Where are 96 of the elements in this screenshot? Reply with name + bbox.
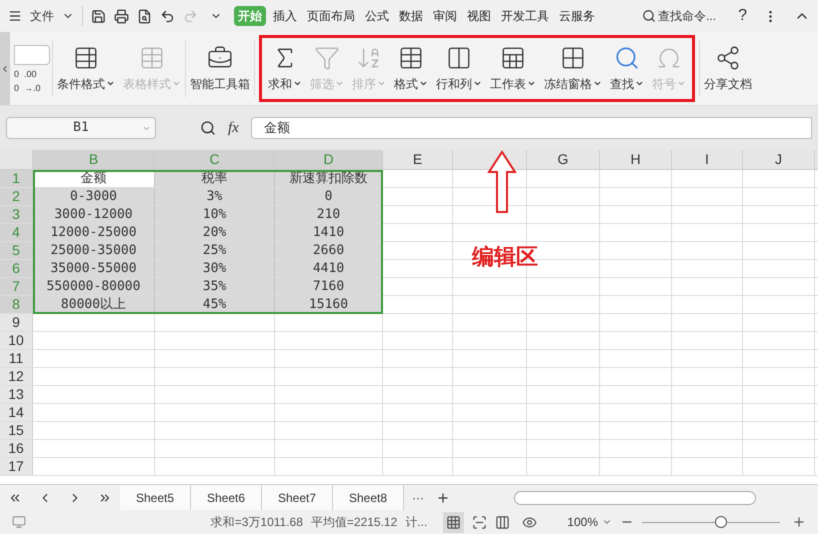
menu-icon[interactable] — [8, 9, 22, 23]
table-cell: 3% — [155, 188, 275, 205]
horizontal-scrollbar[interactable] — [514, 490, 756, 504]
zoom-in-icon[interactable] — [792, 515, 806, 529]
column-header[interactable]: G — [527, 150, 600, 169]
table-cell: 25000-35000 — [33, 242, 155, 259]
sum-text: 求和=3万1011.68 — [210, 514, 303, 531]
row-header[interactable]: 17 — [0, 458, 33, 475]
ribbon-button[interactable]: 查找 — [606, 38, 648, 99]
format-icon — [398, 44, 424, 70]
ribbon-tab[interactable]: 开发工具 — [498, 7, 552, 25]
sheet-tab[interactable]: Sheet6 — [191, 485, 262, 510]
ribbon-button[interactable]: 智能工具箱 — [186, 32, 254, 105]
rows-columns-icon — [446, 44, 472, 70]
ribbon-button[interactable]: 工作表 — [486, 38, 540, 99]
conditional-format-icon — [73, 44, 99, 70]
row-header[interactable]: 14 — [0, 404, 33, 421]
table-cell: 25% — [155, 242, 275, 259]
table-cell: 210 — [275, 206, 383, 223]
worksheet-icon — [500, 44, 526, 70]
table-cell: 30% — [155, 260, 275, 277]
table-cell: 20% — [155, 224, 275, 241]
sheet-tab[interactable]: Sheet7 — [262, 485, 333, 510]
count-text: 计... — [405, 514, 428, 531]
average-text: 平均值=2215.12 — [310, 514, 398, 531]
column-header[interactable]: J — [743, 150, 815, 169]
table-cell: 4410 — [275, 260, 383, 277]
column-header[interactable]: E — [383, 150, 453, 169]
normal-view-icon[interactable] — [446, 514, 462, 530]
table-cell: 7160 — [275, 278, 383, 295]
zoom-level[interactable]: 100% — [567, 513, 598, 531]
table-cell: 45% — [155, 296, 275, 313]
ribbon-tab[interactable]: 云服务 — [556, 7, 598, 25]
ribbon-button[interactable]: 条件格式 — [53, 32, 119, 105]
table-cell: 550000-80000 — [33, 278, 155, 295]
more-sheets-button[interactable]: ··· — [404, 488, 432, 506]
file-menu[interactable]: 文件 — [26, 7, 58, 25]
ribbon-tab[interactable]: 公式 — [362, 7, 392, 25]
dropdown-field[interactable] — [14, 44, 50, 64]
ribbon-tab[interactable]: 视图 — [464, 7, 494, 25]
row-header[interactable]: 11 — [0, 350, 33, 367]
column-header[interactable]: H — [600, 150, 672, 169]
formula-field[interactable]: 金额 — [250, 117, 812, 139]
freeze-panes-icon — [560, 44, 586, 70]
row-header[interactable]: 16 — [0, 440, 33, 457]
table-cell: 0-3000 — [33, 188, 155, 205]
share-icon — [715, 44, 741, 70]
table-cell: 12000-25000 — [33, 224, 155, 241]
ribbon-tab[interactable]: 插入 — [270, 7, 300, 25]
ribbon-tab[interactable]: 数据 — [396, 7, 426, 25]
filter-icon — [314, 44, 340, 70]
undo-icon[interactable] — [160, 8, 175, 24]
sheet-tab[interactable]: Sheet8 — [333, 485, 404, 510]
ribbon-button[interactable]: 行和列 — [432, 38, 486, 99]
slider-thumb[interactable] — [714, 516, 727, 528]
table-cell: 10% — [155, 206, 275, 223]
row-header[interactable]: 9 — [0, 314, 33, 331]
column-header[interactable]: I — [672, 150, 743, 169]
ribbon-button[interactable]: 格式 — [390, 38, 432, 99]
save-icon[interactable] — [91, 8, 106, 24]
ribbon-button[interactable]: 求和 — [264, 38, 306, 99]
table-cell: 80000以上 — [33, 296, 155, 313]
name-box[interactable]: B1 — [6, 117, 156, 139]
eye-icon[interactable] — [522, 514, 538, 530]
annotation-label: 编辑区 — [472, 243, 538, 271]
print-preview-icon[interactable] — [137, 8, 152, 24]
table-cell: 35000-55000 — [33, 260, 155, 277]
search-icon — [614, 44, 640, 70]
table-cell: 0 — [275, 188, 383, 205]
search-icon[interactable] — [642, 9, 656, 23]
print-icon[interactable] — [114, 8, 129, 24]
table-cell: 35% — [155, 278, 275, 295]
ribbon-button[interactable]: 分享文档 — [700, 32, 756, 105]
help-button[interactable]: ? — [738, 4, 747, 28]
ribbon-tab[interactable]: 页面布局 — [304, 7, 358, 25]
table-cell: 2660 — [275, 242, 383, 259]
layout-icon[interactable] — [495, 514, 510, 530]
table-style-icon — [139, 44, 165, 70]
function-button[interactable]: fx — [228, 116, 239, 140]
command-search-field[interactable]: 查找命令... — [658, 7, 722, 25]
ribbon-tab[interactable]: 审阅 — [430, 7, 460, 25]
row-header[interactable]: 10 — [0, 332, 33, 349]
table-cell: 15160 — [275, 296, 383, 313]
toolbox-icon — [207, 44, 233, 70]
sheet-tab[interactable]: Sheet5 — [120, 485, 191, 510]
ribbon-button[interactable]: 冻结窗格 — [540, 38, 606, 99]
zoom-icon[interactable] — [200, 120, 216, 136]
table-cell: 1410 — [275, 224, 383, 241]
row-header[interactable]: 12 — [0, 368, 33, 385]
add-sheet-icon[interactable] — [436, 490, 450, 504]
table-cell: 3000-12000 — [33, 206, 155, 223]
row-header[interactable]: 15 — [0, 422, 33, 439]
decimal-button[interactable]: 0 →.0 — [14, 82, 52, 92]
decimal-button[interactable]: 0 .00 — [14, 68, 52, 78]
row-header[interactable]: 13 — [0, 386, 33, 403]
zoom-slider[interactable] — [642, 516, 780, 528]
